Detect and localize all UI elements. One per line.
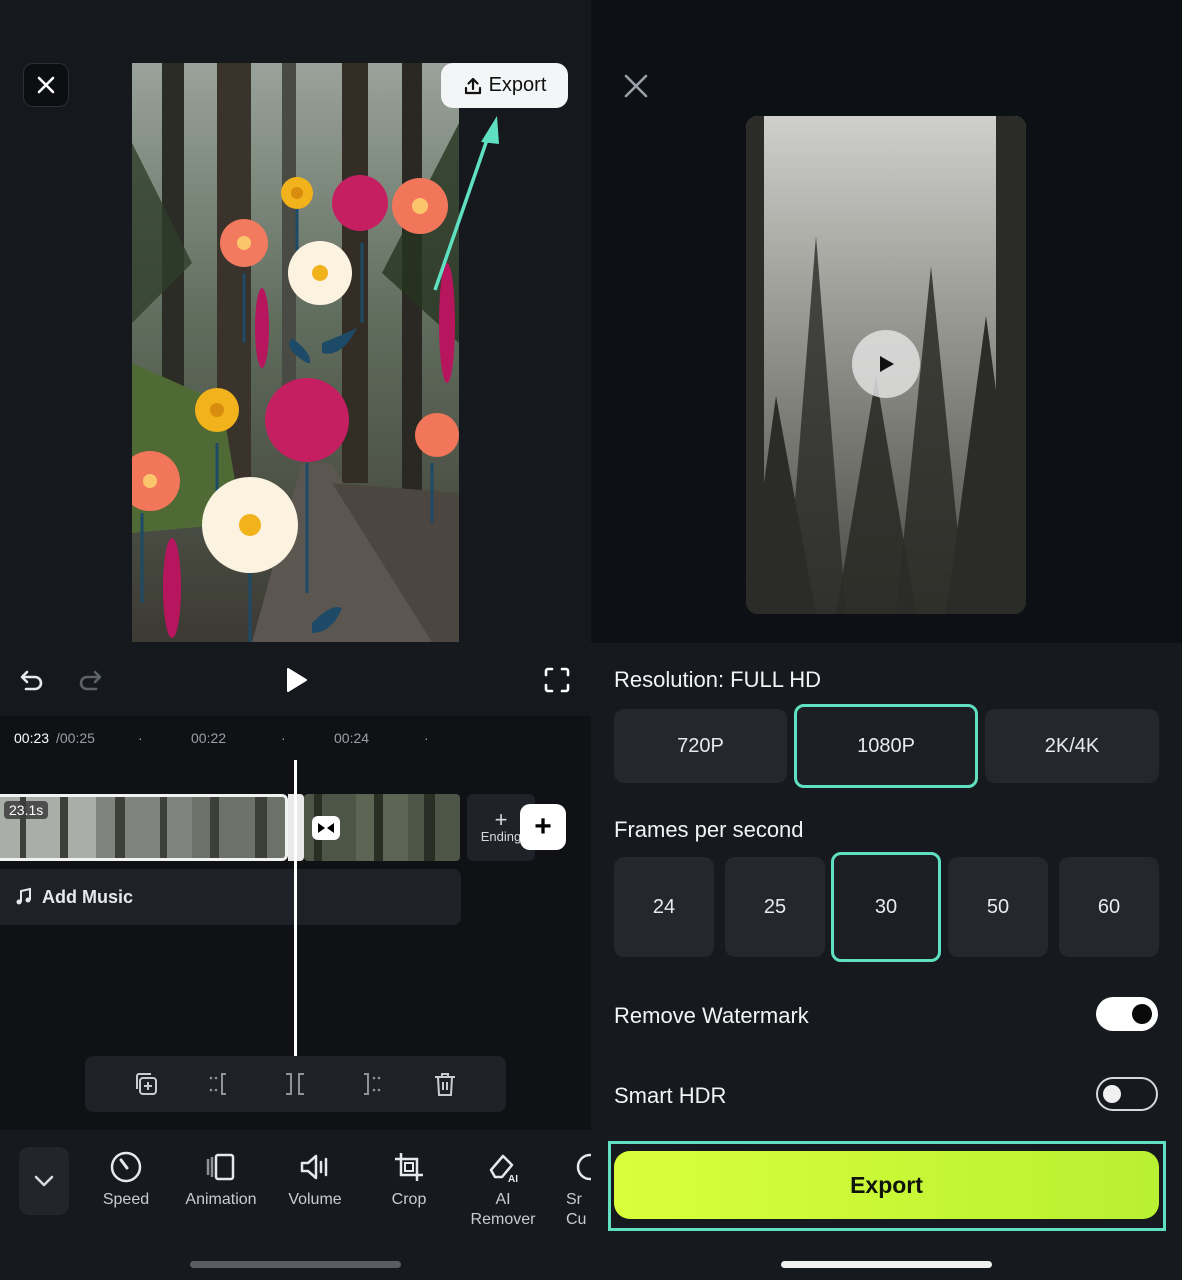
add-music-track[interactable]: Add Music — [0, 869, 461, 925]
undo-icon[interactable] — [18, 666, 46, 694]
export-button[interactable]: Export — [614, 1151, 1159, 1219]
clip-edit-toolbar — [85, 1056, 506, 1112]
smart-hdr-label: Smart HDR — [614, 1083, 727, 1108]
play-icon[interactable] — [282, 666, 310, 694]
tool-speed[interactable]: Speed — [96, 1150, 156, 1210]
volume-icon — [300, 1154, 328, 1180]
fullscreen-icon[interactable] — [543, 666, 571, 694]
clip-duration-badge: 23.1s — [4, 801, 49, 819]
trim-start-icon[interactable] — [206, 1070, 234, 1098]
ending-label: Ending — [480, 829, 522, 844]
transition-icon[interactable] — [312, 816, 340, 840]
smart-hdr-toggle[interactable] — [1096, 1077, 1158, 1111]
add-music-label: Add Music — [42, 886, 134, 907]
export-button-top-label: Export — [488, 74, 547, 96]
chevron-down-icon — [34, 1175, 54, 1187]
total-time: /00:25 — [56, 730, 95, 746]
upload-icon — [464, 77, 481, 94]
split-icon[interactable] — [281, 1070, 309, 1098]
fps-label: Frames per second — [614, 817, 804, 842]
annotation-arrow — [433, 116, 499, 291]
fps-option[interactable]: 60 — [1059, 857, 1159, 957]
animation-icon — [206, 1153, 235, 1181]
preview-image — [132, 63, 459, 642]
close-icon — [37, 76, 55, 94]
playback-controls — [0, 654, 591, 706]
trim-end-icon[interactable] — [356, 1070, 384, 1098]
home-indicator — [781, 1261, 992, 1268]
preview-play-button[interactable] — [852, 330, 920, 398]
collapse-toolbar-button[interactable] — [19, 1147, 69, 1215]
tool-animation[interactable]: Animation — [178, 1150, 264, 1210]
video-clip-selected[interactable]: 23.1s — [0, 794, 288, 861]
export-button-top[interactable]: Export — [441, 63, 568, 108]
close-icon[interactable] — [623, 73, 649, 99]
play-icon — [880, 356, 894, 372]
delete-icon[interactable] — [431, 1070, 459, 1098]
fps-option[interactable]: 50 — [948, 857, 1048, 957]
tool-bar: Speed Animation Volume Crop AI AI Remove… — [0, 1130, 591, 1280]
tool-volume[interactable]: Volume — [282, 1150, 348, 1210]
ruler-tick: 00:24 — [334, 730, 370, 746]
fps-option[interactable]: 24 — [614, 857, 714, 957]
fps-option-selected[interactable]: 30 — [831, 852, 941, 962]
svg-text:AI: AI — [508, 1174, 518, 1184]
plus-icon: + — [534, 810, 552, 843]
music-note-icon — [16, 887, 31, 905]
editor-pane: Export 00:23 /00:25 · 00:22 · 00:24 · 23… — [0, 0, 591, 1280]
home-indicator — [190, 1261, 401, 1268]
export-pane: Resolution: FULL HD 720P 1080P 2K/4K Fra… — [591, 0, 1182, 1280]
ruler-tick: 00:22 — [191, 730, 227, 746]
resolution-option-selected[interactable]: 1080P — [794, 704, 978, 788]
plus-icon: + — [494, 807, 508, 832]
crop-icon — [395, 1153, 423, 1181]
smart-cutout-icon — [576, 1153, 591, 1181]
ai-remover-icon: AI — [489, 1154, 518, 1184]
tool-smart-cutout[interactable]: Sr Cu — [566, 1150, 591, 1230]
redo-icon[interactable] — [76, 666, 104, 694]
resolution-option[interactable]: 2K/4K — [985, 709, 1159, 783]
close-editor-button[interactable] — [23, 63, 69, 107]
playhead[interactable] — [294, 760, 297, 1056]
timeline[interactable]: 00:23 /00:25 · 00:22 · 00:24 · 23.1s + E… — [0, 716, 591, 1130]
current-time: 00:23 — [14, 730, 50, 746]
remove-watermark-toggle[interactable] — [1096, 997, 1158, 1031]
tool-crop[interactable]: Crop — [380, 1150, 438, 1210]
tool-ai-remover[interactable]: AI AI Remover — [466, 1150, 540, 1230]
speed-icon — [110, 1151, 142, 1183]
time-ruler: 00:23 /00:25 · 00:22 · 00:24 · — [14, 730, 429, 746]
resolution-option[interactable]: 720P — [614, 709, 787, 783]
resolution-label: Resolution: FULL HD — [614, 667, 822, 692]
fps-option[interactable]: 25 — [725, 857, 825, 957]
duplicate-icon[interactable] — [132, 1070, 160, 1098]
add-clip-button[interactable]: + — [520, 804, 566, 850]
video-preview[interactable] — [132, 63, 459, 642]
remove-watermark-label: Remove Watermark — [614, 1003, 809, 1028]
